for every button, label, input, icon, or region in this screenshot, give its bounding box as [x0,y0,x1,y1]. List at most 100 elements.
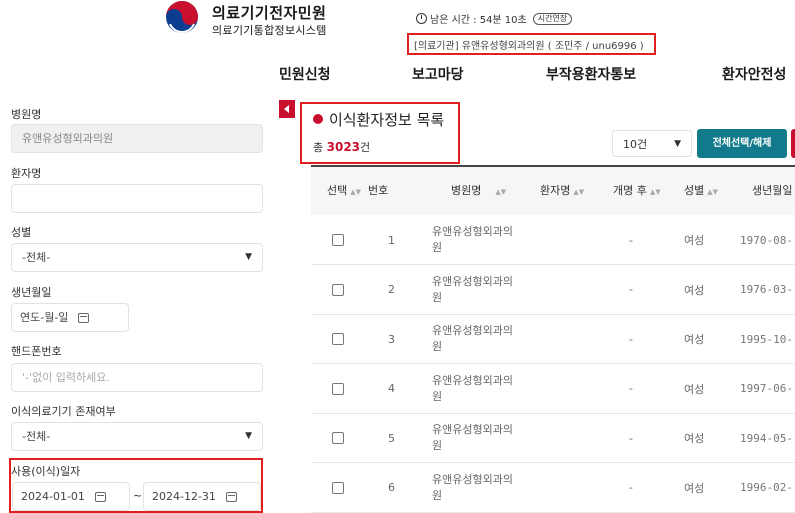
row-gender: 여성 [684,333,705,346]
chevron-down-icon: ▼ [674,138,681,149]
row-select-cell [332,216,344,264]
row-gender: 여성 [684,234,705,247]
chevron-down-icon: ▼ [245,431,252,441]
date-to-value: 2024-12-31 [152,490,216,503]
table-row[interactable]: 3 유앤유성형외과의원 - 여성 1995-10- [311,315,795,364]
birth-date-input[interactable]: 연도-월-일 [11,303,129,332]
nav-item-report[interactable]: 보고마당 [412,64,464,84]
row-select-cell [332,266,344,314]
row-checkbox[interactable] [332,432,344,444]
row-gender: 여성 [684,432,705,445]
row-renamed: - [629,332,633,346]
device-exists-select[interactable]: -전체- ▼ [11,422,263,451]
row-select-cell [332,315,344,363]
row-renamed: - [629,431,633,445]
government-logo-icon [166,1,198,33]
row-number: 1 [388,233,395,247]
device-exists-label: 이식의료기기 존재여부 [11,405,116,418]
col-header-select[interactable]: 선택 ▲▼ [327,167,361,215]
table-row[interactable]: 6 유앤유성형외과의원 - 여성 1996-02- [311,464,795,513]
gender-select-value: -전체- [22,251,51,264]
row-select-cell [332,414,344,462]
col-header-gender[interactable]: 성별 ▲▼ [684,167,718,215]
row-number: 3 [388,332,395,346]
birth-date-value: 연도-월-일 [20,311,69,324]
row-number: 4 [388,382,395,395]
row-birth-date: 1970-08- [740,233,793,247]
row-gender: 여성 [684,481,705,495]
row-renamed: - [629,233,633,247]
total-count: 총 3023건 [313,139,370,155]
row-hospital[interactable]: 유앤유성형외과의원 [432,224,522,256]
calendar-icon[interactable] [225,491,237,502]
row-renamed: - [629,283,633,296]
table-row[interactable]: 1 유앤유성형외과의원 - 여성 1970-08- [311,216,795,265]
gender-label: 성별 [11,226,32,239]
nav-item-adverse-patient[interactable]: 부작용환자통보 [546,64,636,84]
row-hospital[interactable]: 유앤유성형외과의원 [432,323,522,355]
col-header-number: 번호 [368,184,389,197]
page-size-select[interactable]: 10건 ▼ [612,130,692,157]
extend-session-button[interactable]: 시간연장 [532,12,573,25]
row-birth-date: 1997-06- [740,382,793,395]
page-size-value: 10건 [623,137,648,151]
col-header-birth[interactable]: 생년월일 [752,167,792,215]
gender-select[interactable]: -전체- ▼ [11,243,263,272]
row-checkbox[interactable] [332,283,344,296]
row-checkbox[interactable] [332,481,344,494]
site-title[interactable]: 의료기기전자민원 [212,2,326,23]
calendar-icon[interactable] [94,491,106,502]
col-header-renamed[interactable]: 개명 후 ▲▼ [613,167,661,215]
table-header: 선택 ▲▼ 번호 병원명 ▲▼ 환자명 ▲▼ 개명 후 ▲▼ 성별 ▲▼ 생년월일 [311,165,795,215]
phone-input[interactable]: '-'없이 입력하세요. [11,363,263,392]
title-bullet-icon [313,114,323,124]
chevron-down-icon: ▼ [245,252,252,262]
table-row[interactable]: 2 유앤유성형외과의원 - 여성 1976-03- [311,266,795,315]
calendar-icon[interactable] [78,312,90,323]
row-checkbox[interactable] [332,333,344,345]
total-suffix: 건 [360,141,371,154]
row-hospital[interactable]: 유앤유성형외과의원 [432,422,522,454]
birth-label: 생년월일 [11,286,52,299]
session-timer: 남은 시간 : 54분 10초 시간연장 [416,11,573,26]
site-subtitle: 의료기기통합정보시스템 [212,24,327,37]
row-number: 5 [388,431,395,445]
col-header-hospital[interactable]: 병원명 ▲▼ [451,167,506,215]
row-gender: 여성 [684,283,705,297]
device-exists-value: -전체- [22,430,51,443]
patient-label: 환자명 [11,167,42,180]
row-number: 2 [388,283,395,296]
use-date-label: 사용(이식)일자 [11,465,81,478]
row-hospital[interactable]: 유앤유성형외과의원 [432,274,522,306]
session-time-text: 남은 시간 : 54분 10초 [430,15,527,26]
row-number: 6 [388,481,395,494]
action-button-partial[interactable] [791,129,795,158]
total-count-value: 3023 [326,140,361,154]
hospital-field: 유앤유성형외과의원 [11,124,263,153]
select-all-button[interactable]: 전체선택/해제 [697,129,787,158]
table-row[interactable]: 4 유앤유성형외과의원 - 여성 1997-06- [311,365,795,414]
date-to-input[interactable]: 2024-12-31 [143,482,261,511]
table-row[interactable]: 5 유앤유성형외과의원 - 여성 1994-05- [311,414,795,463]
row-checkbox[interactable] [332,234,344,246]
row-hospital[interactable]: 유앤유성형외과의원 [432,373,522,405]
collapse-sidebar-button[interactable] [279,100,295,118]
row-birth-date: 1976-03- [740,283,793,296]
row-checkbox[interactable] [332,382,344,395]
row-birth-date: 1995-10- [740,332,793,346]
col-header-patient[interactable]: 환자명 ▲▼ [540,167,584,215]
date-separator: ~ [133,489,143,502]
date-from-input[interactable]: 2024-01-01 [12,482,130,511]
row-renamed: - [629,481,633,494]
page-title: 이식환자정보 목록 [329,111,445,129]
patient-name-input[interactable] [11,184,263,213]
row-hospital[interactable]: 유앤유성형외과의원 [432,472,522,504]
row-select-cell [332,464,344,512]
clock-icon [416,13,427,24]
row-birth-date: 1996-02- [740,481,793,494]
nav-item-patient-safety[interactable]: 환자안전성 [722,64,786,84]
row-gender: 여성 [684,382,705,396]
phone-label: 핸드폰번호 [11,345,62,358]
row-birth-date: 1994-05- [740,431,793,445]
nav-item-complaint[interactable]: 민원신청 [279,64,331,84]
